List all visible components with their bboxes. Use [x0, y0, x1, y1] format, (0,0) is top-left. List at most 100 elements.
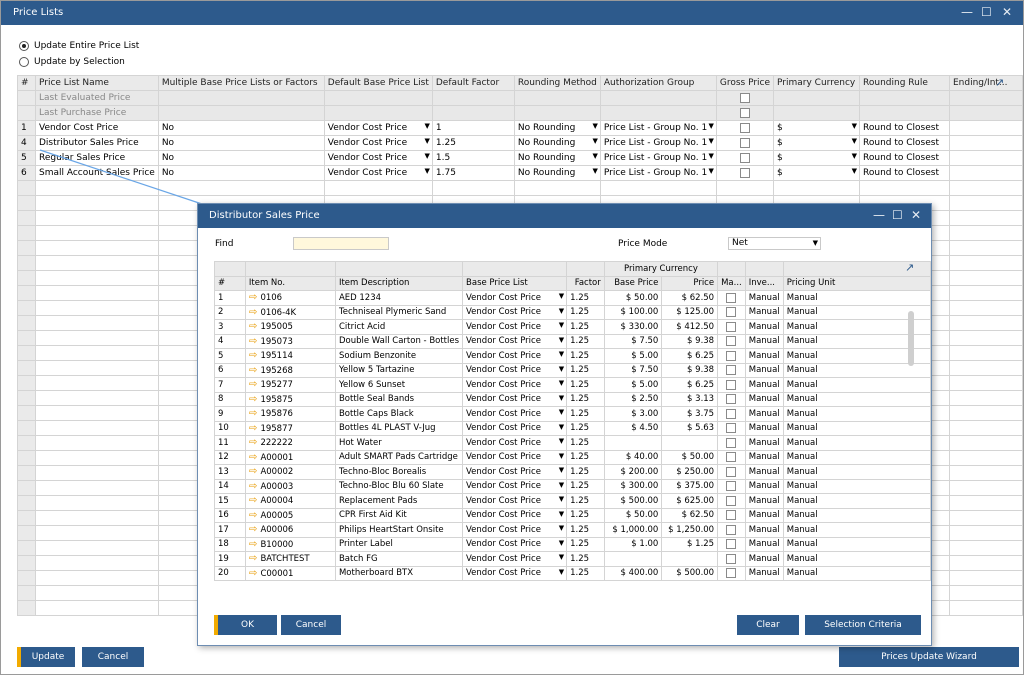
price-input[interactable]: $ 625.00 [661, 493, 719, 509]
price-input[interactable]: $ 1.25 [661, 536, 719, 552]
link-arrow-icon[interactable]: ⇨ [249, 568, 261, 579]
price-mode-select[interactable]: Net ▼ [728, 237, 821, 250]
factor-input[interactable]: 1.25 [566, 420, 605, 436]
link-arrow-icon[interactable]: ⇨ [249, 321, 261, 332]
base-price-list-select[interactable]: Vendor Cost Price ▼ [462, 478, 568, 494]
factor-input[interactable]: 1.25 [566, 565, 605, 581]
manual-checkbox[interactable] [726, 423, 737, 433]
manual-checkbox[interactable] [726, 437, 737, 448]
base-price-list-select[interactable]: Vendor Cost Price ▼ [462, 449, 568, 465]
manual-checkbox[interactable] [726, 321, 737, 332]
base-price-list-select[interactable]: Vendor Cost Price ▼ [462, 290, 568, 306]
item-no-cell[interactable]: ⇨ A00006 [244, 522, 336, 538]
price-input[interactable]: $ 50.00 [661, 449, 719, 465]
factor-input[interactable]: 1.25 [566, 464, 605, 480]
manual-checkbox[interactable] [726, 524, 737, 535]
link-arrow-icon[interactable]: ⇨ [249, 365, 261, 376]
price-input[interactable]: $ 125.00 [661, 304, 719, 320]
manual-checkbox[interactable] [726, 466, 737, 477]
factor-input[interactable]: 1.25 [566, 377, 605, 393]
price-input[interactable]: $ 3.75 [661, 406, 719, 422]
item-no-cell[interactable]: ⇨ A00003 [244, 478, 336, 494]
item-no-cell[interactable]: ⇨ C00001 [244, 565, 336, 581]
factor-input[interactable]: 1.25 [566, 319, 605, 335]
item-no-cell[interactable]: ⇨ 0106 [244, 290, 336, 306]
base-price-list-select[interactable]: Vendor Cost Price ▼ [462, 507, 568, 523]
item-no-cell[interactable]: ⇨ 195876 [244, 406, 336, 422]
link-arrow-icon[interactable]: ⇨ [249, 495, 261, 506]
link-arrow-icon[interactable]: ⇨ [249, 437, 261, 448]
base-price-list-select[interactable]: Vendor Cost Price ▼ [462, 377, 568, 393]
manual-checkbox[interactable] [726, 495, 737, 506]
factor-input[interactable]: 1.25 [566, 493, 605, 509]
link-arrow-icon[interactable]: ⇨ [249, 553, 261, 564]
manual-checkbox[interactable] [726, 394, 737, 404]
price-input[interactable]: $ 250.00 [661, 464, 719, 480]
price-input[interactable]: $ 62.50 [661, 507, 719, 523]
price-input[interactable]: $ 1,250.00 [661, 522, 719, 538]
factor-input[interactable]: 1.25 [566, 449, 605, 465]
dialog-expand-icon[interactable]: ↗ [905, 261, 914, 274]
factor-input[interactable]: 1.25 [566, 304, 605, 320]
factor-input[interactable]: 1.25 [566, 536, 605, 552]
base-price-list-select[interactable]: Vendor Cost Price ▼ [462, 551, 568, 567]
link-arrow-icon[interactable]: ⇨ [249, 452, 261, 463]
item-no-cell[interactable]: ⇨ 222222 [244, 435, 336, 451]
factor-input[interactable]: 1.25 [566, 507, 605, 523]
manual-checkbox[interactable] [726, 307, 737, 317]
base-price-list-select[interactable]: Vendor Cost Price ▼ [462, 493, 568, 509]
item-no-cell[interactable]: ⇨ B10000 [244, 536, 336, 552]
item-no-cell[interactable]: ⇨ A00001 [244, 449, 336, 465]
link-arrow-icon[interactable]: ⇨ [249, 539, 261, 550]
price-input[interactable]: $ 6.25 [661, 348, 719, 364]
manual-checkbox[interactable] [726, 292, 737, 303]
selection-criteria-button[interactable]: Selection Criteria [805, 615, 921, 635]
manual-checkbox[interactable] [726, 553, 737, 564]
link-arrow-icon[interactable]: ⇨ [249, 481, 261, 492]
base-price-list-select[interactable]: Vendor Cost Price ▼ [462, 406, 568, 422]
item-no-cell[interactable]: ⇨ 0106-4K [244, 304, 336, 320]
base-price-list-select[interactable]: Vendor Cost Price ▼ [462, 362, 568, 378]
factor-input[interactable]: 1.25 [566, 348, 605, 364]
base-price-list-select[interactable]: Vendor Cost Price ▼ [462, 565, 568, 581]
item-no-cell[interactable]: ⇨ 195877 [244, 420, 336, 436]
manual-checkbox[interactable] [726, 568, 737, 578]
link-arrow-icon[interactable]: ⇨ [249, 408, 261, 419]
manual-checkbox[interactable] [726, 336, 737, 346]
item-no-cell[interactable]: ⇨ A00004 [244, 493, 336, 509]
base-price-list-select[interactable]: Vendor Cost Price ▼ [462, 333, 568, 349]
price-input[interactable] [661, 435, 719, 451]
factor-input[interactable]: 1.25 [566, 391, 605, 407]
link-arrow-icon[interactable]: ⇨ [249, 336, 261, 347]
base-price-list-select[interactable]: Vendor Cost Price ▼ [462, 319, 568, 335]
ok-button[interactable]: OK [214, 615, 277, 635]
item-no-cell[interactable]: ⇨ 195114 [244, 348, 336, 364]
factor-input[interactable]: 1.25 [566, 435, 605, 451]
item-no-cell[interactable]: ⇨ 195875 [244, 391, 336, 407]
factor-input[interactable]: 1.25 [566, 406, 605, 422]
price-input[interactable]: $ 3.13 [661, 391, 719, 407]
item-no-cell[interactable]: ⇨ 195277 [244, 377, 336, 393]
clear-button[interactable]: Clear [737, 615, 799, 635]
factor-input[interactable]: 1.25 [566, 333, 605, 349]
dialog-close-icon[interactable]: ✕ [911, 208, 921, 222]
scrollbar-thumb[interactable] [908, 311, 914, 366]
link-arrow-icon[interactable]: ⇨ [249, 510, 261, 521]
price-input[interactable] [661, 551, 719, 567]
find-input[interactable] [293, 237, 389, 250]
price-input[interactable]: $ 412.50 [661, 319, 719, 335]
manual-checkbox[interactable] [726, 510, 737, 520]
base-price-list-select[interactable]: Vendor Cost Price ▼ [462, 304, 568, 320]
price-input[interactable]: $ 9.38 [661, 333, 719, 349]
item-no-cell[interactable]: ⇨ A00002 [244, 464, 336, 480]
base-price-list-select[interactable]: Vendor Cost Price ▼ [462, 348, 568, 364]
base-price-list-select[interactable]: Vendor Cost Price ▼ [462, 522, 568, 538]
factor-input[interactable]: 1.25 [566, 362, 605, 378]
dialog-minimize-icon[interactable]: — [873, 208, 885, 222]
price-input[interactable]: $ 5.63 [661, 420, 719, 436]
link-arrow-icon[interactable]: ⇨ [249, 466, 261, 477]
base-price-list-select[interactable]: Vendor Cost Price ▼ [462, 391, 568, 407]
price-input[interactable]: $ 9.38 [661, 362, 719, 378]
link-arrow-icon[interactable]: ⇨ [249, 394, 261, 405]
link-arrow-icon[interactable]: ⇨ [249, 423, 261, 434]
